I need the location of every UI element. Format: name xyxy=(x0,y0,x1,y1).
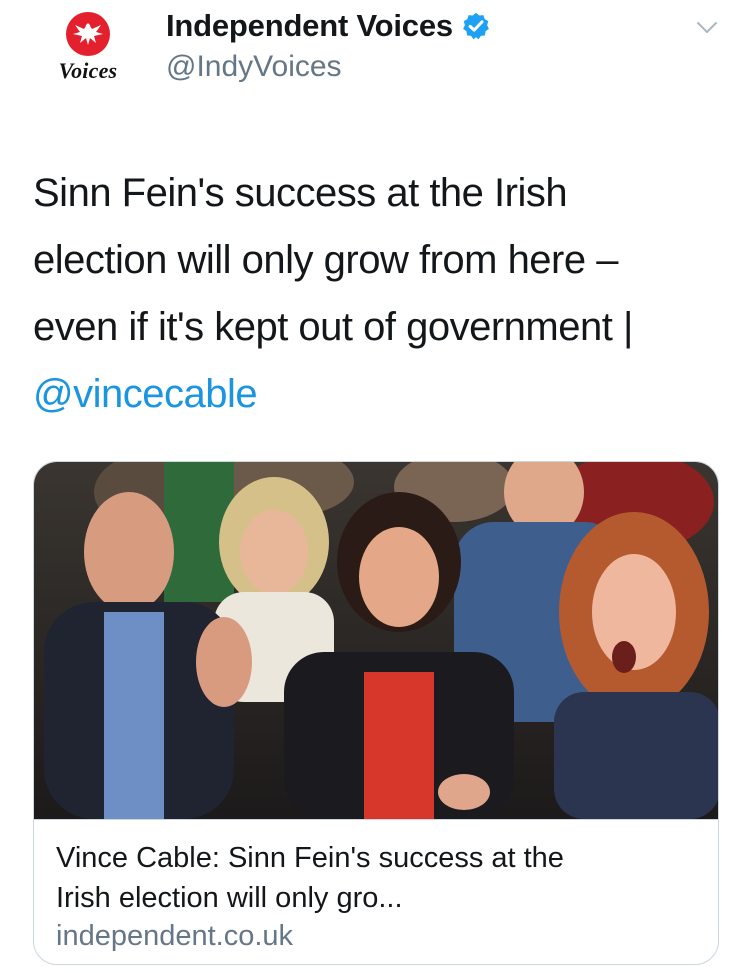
card-title-line: Vince Cable: Sinn Fein's success at the xyxy=(56,842,564,874)
author-handle[interactable]: @IndyVoices xyxy=(166,50,342,84)
avatar[interactable]: Voices xyxy=(32,4,144,100)
verified-badge-icon xyxy=(463,12,489,40)
tweet: Voices Independent Voices @IndyVoices Si… xyxy=(0,0,749,973)
tweet-text: Sinn Fein's success at the Irish electio… xyxy=(33,160,723,428)
article-photo xyxy=(34,462,718,819)
chevron-down-icon[interactable] xyxy=(693,14,721,42)
tweet-text-line: election will only grow from here – xyxy=(33,238,618,282)
eagle-logo-icon xyxy=(66,12,110,56)
card-title: Vince Cable: Sinn Fein's success at the … xyxy=(56,838,696,918)
avatar-label: Voices xyxy=(58,58,118,83)
tweet-text-line: even if it's kept out of government | xyxy=(33,305,633,349)
card-title-line: Irish election will only gro... xyxy=(56,882,403,914)
author-name-row: Independent Voices xyxy=(166,8,491,44)
display-name[interactable]: Independent Voices xyxy=(166,8,453,44)
tweet-text-line: Sinn Fein's success at the Irish xyxy=(33,171,568,215)
mention-link[interactable]: @vincecable xyxy=(33,361,723,428)
card-domain: independent.co.uk xyxy=(56,920,294,952)
link-card[interactable]: Vince Cable: Sinn Fein's success at the … xyxy=(33,461,719,965)
card-meta: Vince Cable: Sinn Fein's success at the … xyxy=(34,819,718,964)
